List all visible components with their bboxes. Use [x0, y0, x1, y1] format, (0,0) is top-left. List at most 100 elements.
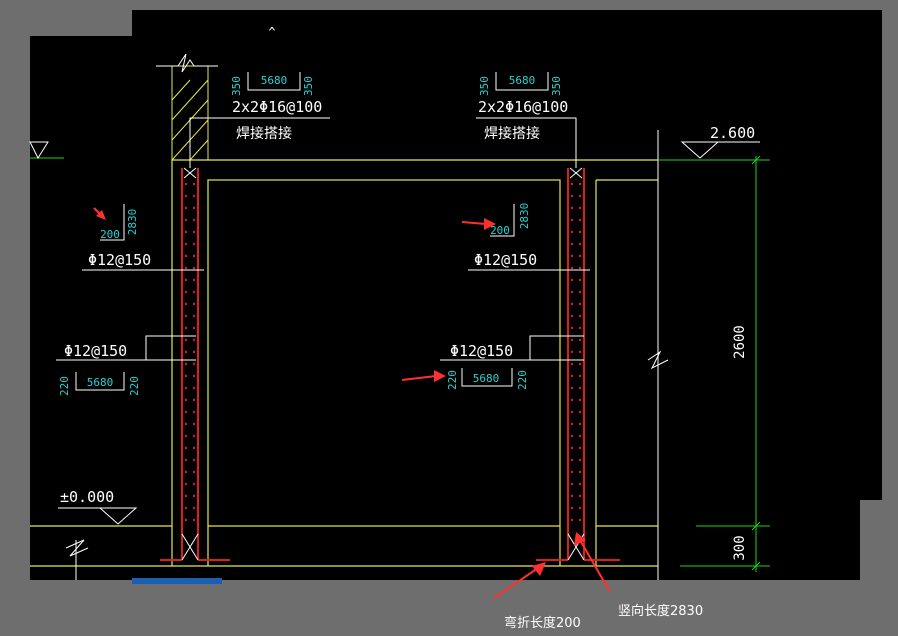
rebar-dot: [570, 206, 574, 210]
scroll-tab[interactable]: [132, 578, 222, 584]
rebar-dot: [192, 230, 196, 234]
svg-text:200: 200: [100, 228, 120, 241]
svg-text:Φ12@150: Φ12@150: [64, 342, 127, 360]
rebar-dot: [192, 518, 196, 522]
svg-text:220: 220: [446, 370, 459, 390]
rebar-dot: [192, 206, 196, 210]
rebar-dot: [578, 266, 582, 270]
cad-viewport[interactable]: ^ 350 5680 350 2x2Φ16@100 焊接搭接 350 5680 …: [0, 0, 898, 632]
dim-height: 2600: [732, 325, 748, 359]
svg-text:5680: 5680: [473, 372, 500, 385]
svg-text:±0.000: ±0.000: [60, 488, 114, 506]
rebar-dot: [192, 314, 196, 318]
rebar-dot: [192, 374, 196, 378]
rebar-dot: [578, 398, 582, 402]
svg-text:5680: 5680: [261, 74, 288, 87]
rebar-dot: [570, 278, 574, 282]
svg-text:2.600: 2.600: [710, 124, 755, 142]
svg-text:2830: 2830: [126, 209, 139, 236]
svg-text:焊接搭接: 焊接搭接: [484, 125, 540, 142]
rebar-dot: [578, 434, 582, 438]
rebar-dot: [184, 230, 188, 234]
rebar-dot: [578, 242, 582, 246]
rebar-dot: [578, 518, 582, 522]
rebar-dot: [192, 278, 196, 282]
rebar-dot: [184, 254, 188, 258]
rebar-dot: [184, 314, 188, 318]
rebar-dot: [192, 494, 196, 498]
rebar-dot: [192, 446, 196, 450]
rebar-dot: [570, 494, 574, 498]
rebar-dot: [570, 326, 574, 330]
rebar-dot: [192, 410, 196, 414]
rebar-dot: [570, 422, 574, 426]
rebar-dot: [184, 446, 188, 450]
rebar-dot: [192, 422, 196, 426]
rebar-dot: [578, 374, 582, 378]
rebar-dot: [570, 290, 574, 294]
rebar-dot: [578, 338, 582, 342]
svg-text:Φ12@150: Φ12@150: [450, 342, 513, 360]
svg-text:2830: 2830: [518, 203, 531, 230]
rebar-dot: [578, 494, 582, 498]
bend-length-caption: 弯折长度200: [504, 616, 581, 631]
rebar-dot: [578, 254, 582, 258]
svg-text:200: 200: [490, 224, 510, 237]
rebar-dot: [184, 290, 188, 294]
rebar-dot: [578, 446, 582, 450]
rebar-dot: [578, 506, 582, 510]
rebar-dot: [184, 182, 188, 186]
rebar-dot: [184, 458, 188, 462]
svg-text:220: 220: [516, 370, 529, 390]
rebar-dot: [192, 458, 196, 462]
rebar-dot: [578, 410, 582, 414]
rebar-dot: [192, 266, 196, 270]
svg-text:Φ12@150: Φ12@150: [88, 251, 151, 269]
top-marker: ^: [268, 25, 275, 39]
rebar-dot: [192, 254, 196, 258]
rebar-dot: [184, 194, 188, 198]
rebar-dot: [192, 242, 196, 246]
rebar-dot: [570, 338, 574, 342]
rebar-dot: [570, 314, 574, 318]
rebar-dot: [570, 506, 574, 510]
svg-text:350: 350: [302, 76, 315, 96]
rebar-dot: [192, 194, 196, 198]
svg-text:2x2Φ16@100: 2x2Φ16@100: [478, 98, 568, 116]
rebar-dot: [192, 482, 196, 486]
rebar-dot: [578, 422, 582, 426]
rebar-dot: [184, 242, 188, 246]
rebar-dot: [578, 314, 582, 318]
rebar-dot: [184, 506, 188, 510]
rebar-dot: [192, 398, 196, 402]
svg-text:2x2Φ16@100: 2x2Φ16@100: [232, 98, 322, 116]
rebar-dot: [192, 350, 196, 354]
rebar-dot: [184, 482, 188, 486]
rebar-dot: [578, 482, 582, 486]
rebar-dot: [578, 326, 582, 330]
rebar-dot: [184, 218, 188, 222]
rebar-dot: [570, 182, 574, 186]
rebar-dot: [570, 374, 574, 378]
rebar-dot: [192, 362, 196, 366]
svg-text:220: 220: [128, 376, 141, 396]
rebar-dot: [570, 362, 574, 366]
rebar-dot: [570, 230, 574, 234]
rebar-dot: [578, 458, 582, 462]
rebar-dot: [578, 278, 582, 282]
rebar-dot: [184, 302, 188, 306]
rebar-dot: [192, 218, 196, 222]
svg-text:焊接搭接: 焊接搭接: [236, 125, 292, 142]
rebar-dot: [184, 326, 188, 330]
rebar-dot: [192, 506, 196, 510]
rebar-dot: [570, 350, 574, 354]
rebar-dot: [578, 194, 582, 198]
svg-text:Φ12@150: Φ12@150: [474, 251, 537, 269]
rebar-dot: [184, 206, 188, 210]
rebar-dot: [184, 278, 188, 282]
rebar-dot: [578, 218, 582, 222]
rebar-dot: [570, 266, 574, 270]
dim-base: 300: [732, 535, 748, 560]
rebar-dot: [578, 350, 582, 354]
rebar-dot: [570, 398, 574, 402]
